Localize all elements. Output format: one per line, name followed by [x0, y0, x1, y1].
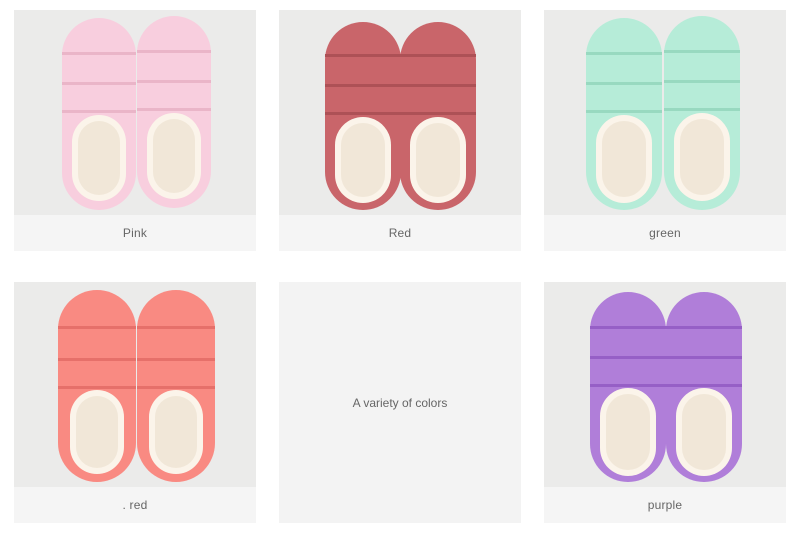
product-card-coral-red[interactable]: . red	[14, 282, 256, 523]
color-label: green	[544, 215, 786, 251]
product-card-red[interactable]: Red	[279, 10, 521, 251]
slipper-pair-green	[586, 16, 740, 210]
color-label: . red	[14, 487, 256, 523]
slippers-image-green	[544, 10, 786, 215]
product-card-purple[interactable]: purple	[544, 282, 786, 523]
slippers-image-purple	[544, 282, 786, 487]
color-label: purple	[544, 487, 786, 523]
color-label: Red	[279, 215, 521, 251]
variety-caption: A variety of colors	[352, 395, 448, 410]
slipper-pair-purple	[590, 292, 742, 482]
product-card-green[interactable]: green	[544, 10, 786, 251]
slippers-image-red	[279, 10, 521, 215]
variety-card: A variety of colors	[279, 282, 521, 523]
slippers-image-pink	[14, 10, 256, 215]
slippers-image-coral	[14, 282, 256, 487]
slipper-pair-coral	[58, 290, 215, 482]
color-label: Pink	[14, 215, 256, 251]
slipper-pair-pink	[62, 16, 211, 210]
slipper-pair-red	[325, 22, 476, 210]
product-card-pink[interactable]: Pink	[14, 10, 256, 251]
